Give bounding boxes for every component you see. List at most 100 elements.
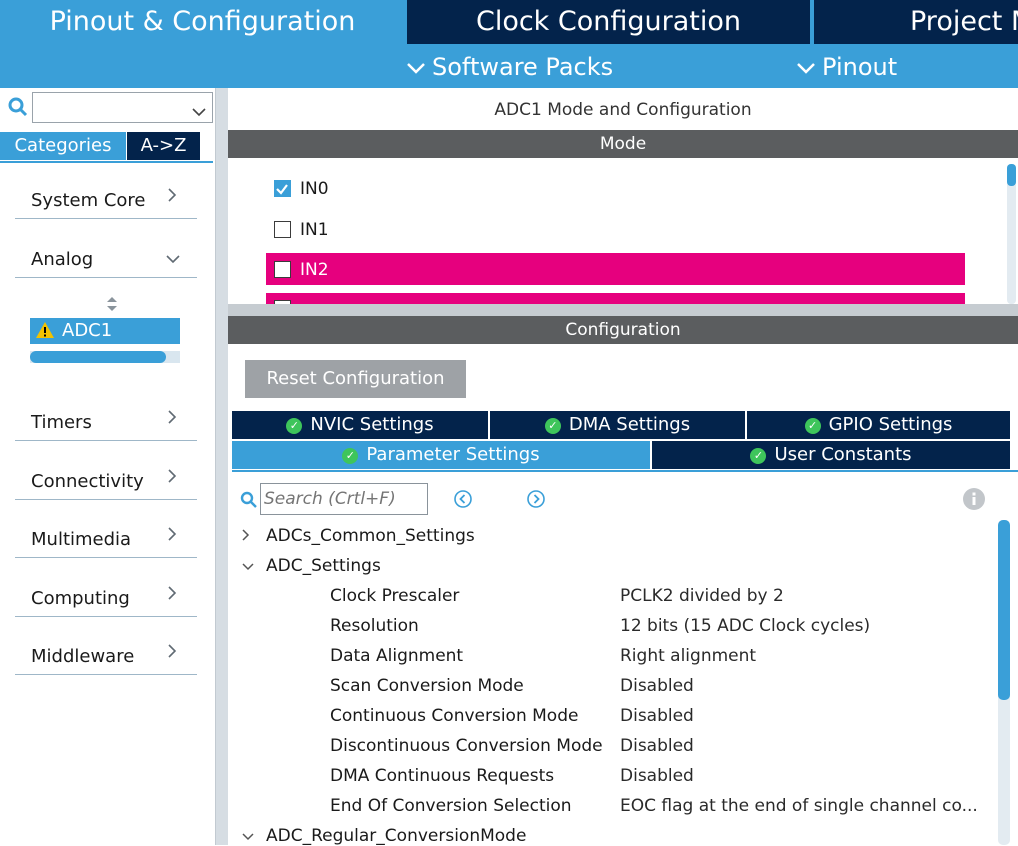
warning-icon (35, 321, 55, 347)
chevron-right-icon (167, 643, 177, 664)
tab-label: Pinout & Configuration (49, 6, 356, 37)
param-value-scan-conversion-mode[interactable]: Disabled (620, 676, 694, 696)
check-circle-icon: ✓ (286, 418, 303, 434)
tab-user-constants[interactable]: ✓ User Constants (652, 441, 1010, 469)
chevron-right-icon (167, 409, 177, 430)
in1-checkbox[interactable] (274, 221, 291, 238)
mode-vertical-scrollbar[interactable] (1007, 164, 1016, 304)
chevron-right-icon (167, 526, 177, 547)
param-name-dma-continuous-requests: DMA Continuous Requests (330, 766, 555, 786)
param-value-data-alignment[interactable]: Right alignment (620, 646, 756, 666)
parameter-search-input[interactable] (260, 483, 428, 515)
tab-pinout-configuration[interactable]: Pinout & Configuration (0, 0, 405, 44)
category-label: Timers (31, 412, 92, 433)
chevron-right-icon (167, 468, 177, 489)
panel-title: ADC1 Mode and Configuration (494, 100, 752, 120)
chevron-down-icon[interactable] (192, 102, 206, 121)
search-combo[interactable] (32, 92, 213, 123)
param-value-discontinuous-conversion-mode[interactable]: Disabled (620, 736, 694, 756)
pinout-label: Pinout (822, 53, 898, 81)
tabs-underline (232, 470, 1018, 472)
tab-label: GPIO Settings (828, 414, 953, 435)
check-circle-icon: ✓ (544, 418, 561, 434)
check-circle-icon: ✓ (750, 448, 767, 464)
param-name-scan-conversion-mode: Scan Conversion Mode (330, 676, 524, 696)
category-label: System Core (31, 190, 146, 211)
analog-item-adc1[interactable]: ADC1 (30, 318, 180, 344)
category-system-core[interactable]: System Core (15, 187, 197, 219)
tab-a-z-label: A->Z (140, 135, 187, 156)
mode-list: IN0 IN1 IN2 (228, 158, 1018, 304)
param-value-continuous-conversion-mode[interactable]: Disabled (620, 706, 694, 726)
tab-label: User Constants (774, 444, 912, 465)
param-value-resolution[interactable]: 12 bits (15 ADC Clock cycles) (620, 616, 870, 636)
search-icon[interactable] (240, 491, 258, 513)
tab-categories[interactable]: Categories (0, 132, 126, 160)
tab-project-manager[interactable]: Project M (814, 0, 1018, 44)
scrollbar-thumb[interactable] (30, 351, 166, 363)
search-icon[interactable] (7, 96, 29, 122)
tree-group-adcs-common-settings[interactable]: ADCs_Common_Settings (266, 526, 475, 546)
in2-checkbox[interactable] (274, 261, 291, 278)
param-name-clock-prescaler: Clock Prescaler (330, 586, 460, 606)
reset-configuration-button[interactable]: Reset Configuration (245, 360, 466, 398)
next-result-icon[interactable] (526, 489, 546, 513)
tab-label: Clock Configuration (475, 6, 742, 37)
category-connectivity[interactable]: Connectivity (15, 468, 197, 500)
tab-label: DMA Settings (568, 414, 691, 435)
software-packs-label: Software Packs (432, 53, 614, 81)
in1-label: IN1 (300, 220, 329, 240)
param-name-end-of-conversion-selection: End Of Conversion Selection (330, 796, 572, 816)
tab-parameter-settings[interactable]: ✓ Parameter Settings (232, 441, 650, 469)
tab-clock-configuration[interactable]: Clock Configuration (407, 0, 810, 44)
horizontal-scrollbar[interactable] (30, 351, 180, 363)
tab-gpio-settings[interactable]: ✓ GPIO Settings (747, 411, 1010, 439)
category-multimedia[interactable]: Multimedia (15, 526, 197, 558)
param-name-resolution: Resolution (330, 616, 419, 636)
category-computing[interactable]: Computing (15, 585, 197, 617)
section-splitter[interactable] (228, 304, 1018, 316)
panel-splitter[interactable] (215, 88, 228, 845)
analog-item-label: ADC1 (62, 320, 113, 341)
in2-label: IN2 (300, 260, 329, 280)
categories-panel: Categories A->Z System Core Analog ADC1 … (0, 88, 215, 845)
category-middleware[interactable]: Middleware (15, 643, 197, 675)
chevron-down-icon[interactable] (241, 560, 255, 576)
chevron-down-icon (796, 48, 822, 86)
tab-a-z[interactable]: A->Z (127, 132, 200, 160)
in0-label: IN0 (300, 179, 329, 199)
in3-row-highlight[interactable] (266, 293, 965, 304)
checkmark-icon (276, 184, 288, 195)
scrollbar-thumb[interactable] (1007, 164, 1016, 186)
param-value-end-of-conversion-selection[interactable]: EOC flag at the end of single channel co… (620, 796, 978, 816)
tab-dma-settings[interactable]: ✓ DMA Settings (490, 411, 745, 439)
in2-row-highlight[interactable] (266, 253, 965, 285)
chevron-right-icon[interactable] (241, 528, 251, 546)
scrollbar-thumb[interactable] (998, 520, 1010, 700)
category-label: Multimedia (31, 529, 132, 550)
software-packs-menu[interactable]: Software Packs (406, 48, 613, 86)
parameters-vertical-scrollbar[interactable] (998, 520, 1010, 845)
tab-nvic-settings[interactable]: ✓ NVIC Settings (232, 411, 488, 439)
in0-checkbox[interactable] (274, 180, 291, 197)
previous-result-icon[interactable] (453, 489, 473, 513)
configuration-section-header[interactable]: Configuration (228, 316, 1018, 344)
category-timers[interactable]: Timers (15, 409, 197, 441)
info-icon[interactable] (962, 487, 986, 515)
category-label: Middleware (31, 646, 135, 667)
param-value-dma-continuous-requests[interactable]: Disabled (620, 766, 694, 786)
tree-group-adc-regular-conversionmode[interactable]: ADC_Regular_ConversionMode (266, 826, 526, 846)
param-value-clock-prescaler[interactable]: PCLK2 divided by 2 (620, 586, 784, 606)
pinout-menu[interactable]: Pinout (796, 48, 897, 86)
config-header-label: Configuration (565, 320, 681, 340)
param-name-data-alignment: Data Alignment (330, 646, 464, 666)
sort-icon[interactable] (106, 296, 118, 316)
chevron-right-icon (167, 585, 177, 606)
category-analog[interactable]: Analog (15, 246, 197, 278)
mode-section-header[interactable]: Mode (228, 130, 1018, 158)
tab-label: Project M (910, 6, 1018, 37)
chevron-down-icon[interactable] (241, 830, 255, 846)
tree-group-adc-settings[interactable]: ADC_Settings (266, 556, 381, 576)
tabs-underline (0, 161, 213, 163)
top-navigation-bar: Pinout & Configuration Clock Configurati… (0, 0, 1018, 88)
